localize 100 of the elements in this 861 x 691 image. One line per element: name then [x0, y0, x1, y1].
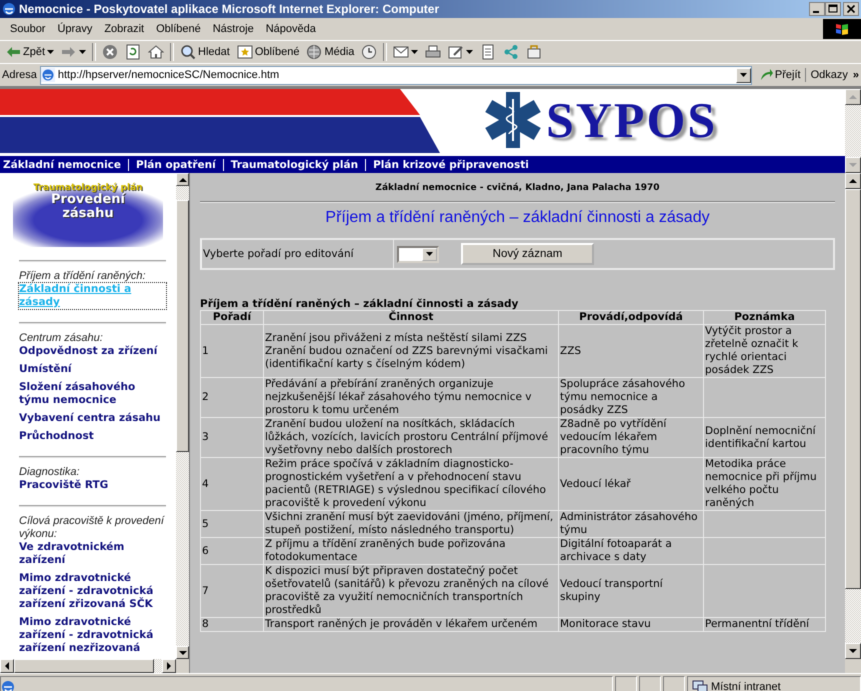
- table-cell: 8: [200, 618, 264, 632]
- pencil-page-icon: [448, 44, 464, 60]
- table-cell: 6: [200, 538, 264, 564]
- scroll-down-button[interactable]: [845, 157, 861, 173]
- star-folder-icon: [236, 44, 253, 60]
- section-heading: Cílová pracoviště k provedení výkonu:: [19, 515, 166, 541]
- menu-item[interactable]: Nápověda: [260, 21, 322, 37]
- network-icon: [503, 44, 520, 60]
- sidebar-link[interactable]: Průchodnost: [19, 430, 166, 443]
- column-header: Pořadí: [200, 310, 264, 324]
- sidebar-link[interactable]: Složení zásahového týmu nemocnice: [19, 381, 166, 407]
- scrollbar[interactable]: [176, 173, 189, 659]
- sidebar-link[interactable]: Ve zdravotnickém zařízení: [19, 541, 166, 567]
- table-cell: 7: [200, 564, 264, 618]
- table-cell: Z příjmu a třídění zraněných bude pořizována fotodokumentace: [264, 538, 558, 564]
- table-cell: 3: [200, 418, 264, 458]
- toolbar-button[interactable]: Hledat: [177, 43, 233, 61]
- table-caption: Příjem a třídění raněných – základní činnosti a zásady: [200, 298, 520, 310]
- table-cell: Zranění jsou přiváženi z místa neštěstí silami ZZS Zranění budou označení od ZZS barevnými visačkami (identifikační karty s číselným kódem): [264, 324, 558, 378]
- menu-item[interactable]: Úpravy: [51, 21, 98, 37]
- address-field[interactable]: http://hpserver/nemocniceSC/Nemocnice.htm: [40, 66, 752, 84]
- nav-link[interactable]: Plán opatření: [128, 158, 223, 170]
- hospital-name: Základní nemocnice - cvičná, Kladno, Jana Palacha 1970: [374, 183, 661, 193]
- table-cell: Administrátor zásahového týmu: [558, 510, 704, 538]
- scrollbar[interactable]: [845, 173, 861, 659]
- table-cell: 4: [200, 458, 264, 510]
- dropdown-button[interactable]: [736, 68, 751, 82]
- nav-link[interactable]: Základní nemocnice: [0, 158, 128, 170]
- column-header: Poznámka: [704, 310, 826, 324]
- table-cell: Spolupráce zásahového týmu nemocnice a posádky ZZS: [558, 378, 704, 418]
- section-heading: Centrum zásahu:: [19, 332, 104, 345]
- go-arrow-icon: [758, 68, 773, 82]
- logo-text: SYPOS: [546, 91, 718, 149]
- scroll-thumb[interactable]: [14, 659, 154, 673]
- sidebar-link[interactable]: Mimo zdravotnické zařízení - zdravotnická zařízení nezřizovaná: [19, 616, 166, 655]
- logo-caption: Traumatologický plán: [33, 183, 143, 193]
- section-heading: Diagnostika:: [19, 466, 81, 479]
- caret-icon: [411, 50, 418, 54]
- caret-icon: [47, 50, 54, 54]
- table-cell: Vedoucí lékař: [558, 458, 704, 510]
- scrollbar-corner: [176, 659, 189, 673]
- toolbar-button[interactable]: Média: [303, 43, 358, 61]
- scroll-up-button[interactable]: [845, 173, 861, 189]
- toolbar-button[interactable]: Zpět: [2, 43, 58, 61]
- maximize-icon[interactable]: [825, 2, 841, 16]
- scrollbar[interactable]: [845, 89, 861, 173]
- forward-arrow-icon: [61, 44, 78, 60]
- scroll-up-button[interactable]: [845, 89, 861, 105]
- page-title: Příjem a třídění raněných – základní činnosti a zásady: [324, 208, 711, 228]
- go-button[interactable]: Přejít: [754, 68, 806, 82]
- sidebar-link[interactable]: Pracoviště RTG: [19, 479, 166, 492]
- links-label[interactable]: Odkazy: [808, 69, 850, 81]
- table-cell: Všichni zranění musí být zaevidováni (jméno, příjmení, stupeň postižení, místo následného transportu): [264, 510, 558, 538]
- form-label: Vyberte pořadí pro editování: [203, 240, 394, 268]
- scroll-thumb[interactable]: [845, 189, 861, 589]
- scroll-right-button[interactable]: [162, 659, 176, 673]
- sidebar-link[interactable]: Umístění: [19, 363, 166, 376]
- clock-icon: [361, 44, 378, 60]
- address-label: Adresa: [2, 69, 37, 81]
- table-cell: Metodika práce nemocnice při příjmu velkého počtu raněných: [704, 458, 826, 510]
- scroll-down-button[interactable]: [845, 643, 861, 659]
- flag-logo-icon: [834, 22, 850, 36]
- table-cell: Režim práce spočívá v základním diagnosticko-prognostickém vyšetření a v přehodnocení stavu pacientů (RETRIAGE) s výslednou specifikací cílového pracoviště k provedení výkonu: [264, 458, 558, 510]
- nav-link[interactable]: Traumatologický plán: [222, 158, 366, 170]
- logo-title: Provedení zásahu: [50, 193, 126, 221]
- table-cell: Předávání a přebírání zraněných organizuje nejzkušenější lékař zásahového týmu nemocnice v prostoru k tomu určeném: [264, 378, 558, 418]
- chevron-button[interactable]: »: [852, 69, 859, 81]
- scroll-thumb[interactable]: [176, 200, 189, 452]
- sidebar-link[interactable]: Mimo zdravotnické zařízení - zdravotnická zařízení zřizovaná SČK: [19, 572, 166, 611]
- menu-item[interactable]: Nástroje: [206, 21, 260, 37]
- refresh-icon: [125, 44, 142, 60]
- minimize-icon[interactable]: [809, 2, 825, 16]
- scroll-left-button[interactable]: [0, 659, 14, 673]
- toolbar-button[interactable]: Oblíbené: [234, 43, 302, 61]
- scroll-up-button[interactable]: [176, 173, 189, 186]
- table-cell: Permanentní třídění: [704, 618, 826, 632]
- table-cell: Vytýčit prostor a zřetelně označit k rychlé orientaci posádek ZZS: [704, 324, 826, 378]
- close-icon[interactable]: [843, 2, 859, 16]
- menu-item[interactable]: Zobrazit: [98, 21, 150, 37]
- scrollbar[interactable]: [0, 659, 176, 673]
- table-cell: K dispozici musí být připraven dostatečný počet ošetřovatelů (sanitářů) k převozu zraněných na cílové pracoviště za využití nemocničních transportních prostředků: [264, 564, 558, 618]
- new-record-button[interactable]: Nový záznam: [461, 243, 594, 265]
- menu-item[interactable]: Soubor: [4, 21, 52, 37]
- caret-icon: [466, 50, 474, 54]
- printer-icon: [425, 44, 442, 60]
- table-cell: Monitorace stavu: [558, 618, 704, 632]
- scroll-down-button[interactable]: [176, 646, 189, 659]
- column-header: Činnost: [264, 310, 558, 324]
- section-heading: Příjem a třídění raněných:: [19, 270, 147, 283]
- caret-icon: [426, 252, 433, 256]
- caret-icon: [79, 50, 86, 54]
- order-select[interactable]: [397, 246, 439, 262]
- table-cell: 1: [200, 324, 264, 378]
- table-cell: Vedoucí transportní skupiny: [558, 564, 704, 618]
- sidebar-link[interactable]: Vybavení centra zásahu: [19, 412, 166, 425]
- network-computers-icon: [692, 680, 708, 691]
- browser-logo-icon: [2, 2, 16, 16]
- nav-link[interactable]: Plán krizové připravenosti: [365, 158, 536, 170]
- sidebar-link[interactable]: Odpovědnost za zřízení: [19, 345, 166, 358]
- menu-item[interactable]: Oblíbené: [150, 21, 207, 37]
